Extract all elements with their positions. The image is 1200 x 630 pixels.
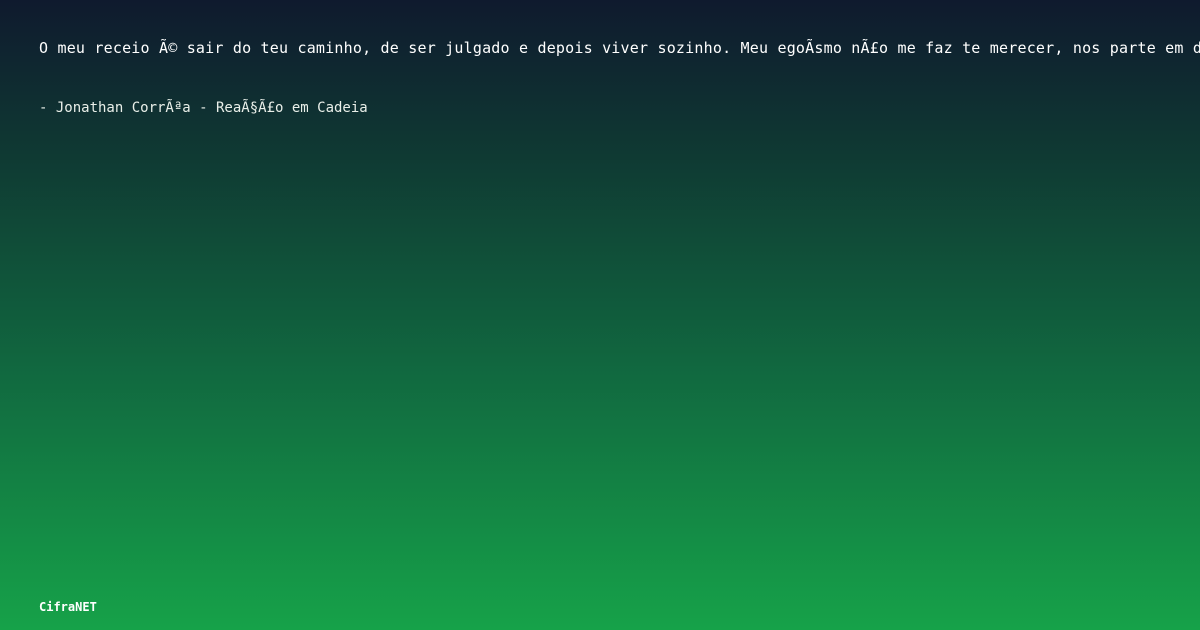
song-attribution: - Jonathan CorrÃªa - ReaÃ§Ã£o em Cadeia [39,100,368,116]
brand-logo-text: CifraNET [39,600,97,614]
lyric-quote: O meu receio Ã© sair do teu caminho, de … [39,39,1200,57]
